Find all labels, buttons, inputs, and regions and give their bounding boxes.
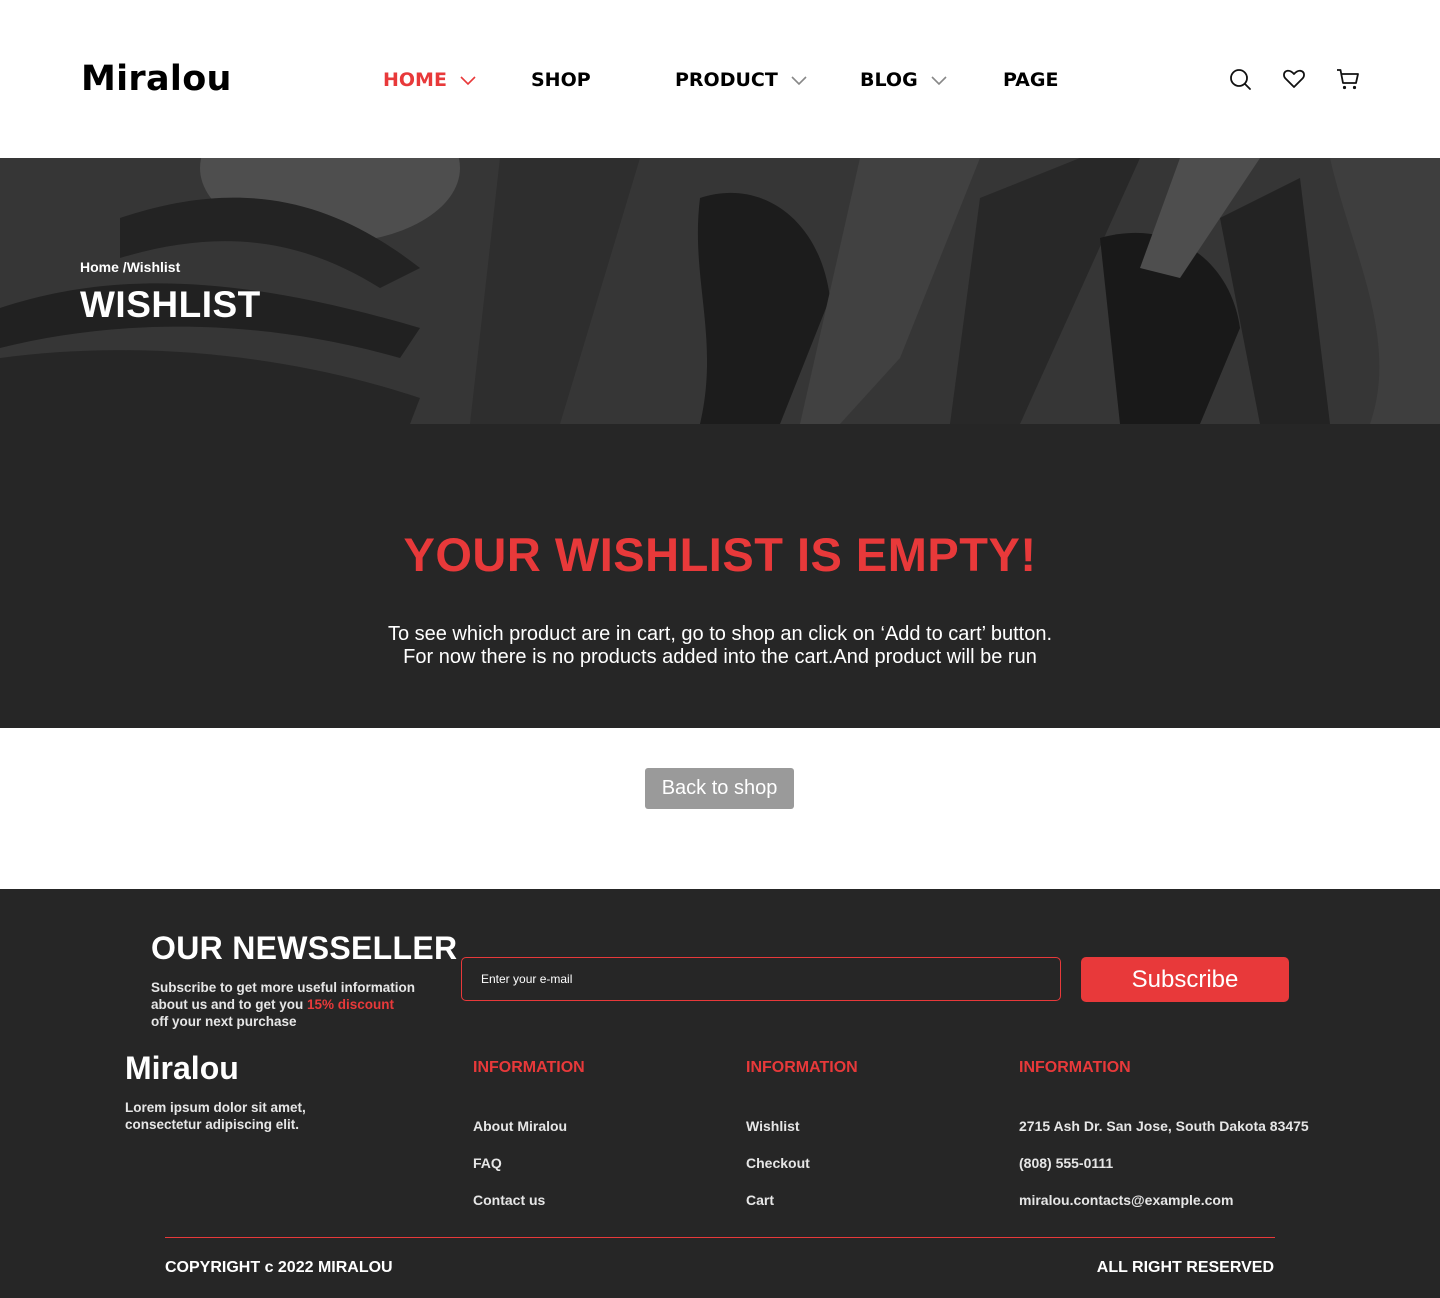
breadcrumb: Home /Wishlist: [80, 259, 180, 275]
nav-blog-label: BLOG: [860, 69, 918, 91]
footer-divider: [165, 1237, 1275, 1238]
empty-wishlist-text-line-2: For now there is no products added into …: [403, 646, 1037, 668]
nav-shop-label: SHOP: [531, 69, 591, 91]
footer-email[interactable]: miralou.contacts@example.com: [1019, 1192, 1233, 1208]
footer-column-title: INFORMATION: [473, 1059, 585, 1076]
footer-column-3: INFORMATION 2715 Ash Dr. San Jose, South…: [1019, 1059, 1309, 1208]
breadcrumb-separator: /: [118, 259, 127, 275]
cart-icon[interactable]: [1335, 66, 1361, 92]
breadcrumb-home[interactable]: Home: [80, 259, 119, 275]
footer-link-faq[interactable]: FAQ: [473, 1155, 502, 1171]
newsletter-desc-text-2: off your next purchase: [151, 1014, 297, 1029]
breadcrumb-current: Wishlist: [126, 259, 181, 275]
subscribe-button[interactable]: Subscribe: [1081, 957, 1289, 1002]
page-hero: Home /Wishlist WISHLIST: [0, 158, 1440, 424]
empty-wishlist-section: YOUR WISHLIST IS EMPTY! To see which pro…: [0, 424, 1440, 728]
chevron-down-icon: [791, 76, 807, 86]
nav-blog[interactable]: BLOG: [860, 66, 948, 94]
site-header: Miralou HOME SHOP PRODUCT BLOG PAGE: [0, 0, 1440, 158]
footer-column-title: INFORMATION: [1019, 1059, 1131, 1076]
back-to-shop-button[interactable]: Back to shop: [645, 768, 794, 809]
nav-product[interactable]: PRODUCT: [675, 66, 808, 94]
nav-home-label: HOME: [383, 69, 447, 91]
heart-icon[interactable]: [1281, 66, 1307, 92]
footer-link-contact[interactable]: Contact us: [473, 1192, 545, 1208]
footer-column-title: INFORMATION: [746, 1059, 858, 1076]
site-logo[interactable]: Miralou: [81, 58, 232, 100]
nav-page[interactable]: PAGE: [1003, 66, 1058, 94]
nav-page-label: PAGE: [1003, 69, 1059, 91]
footer-link-about[interactable]: About Miralou: [473, 1118, 567, 1134]
empty-wishlist-text-line-1: To see which product are in cart, go to …: [387, 623, 1053, 645]
footer-link-cart[interactable]: Cart: [746, 1192, 774, 1208]
footer-column-1: INFORMATION About Miralou FAQ Contact us: [473, 1059, 585, 1208]
copyright-text: COPYRIGHT c 2022 MIRALOU: [165, 1259, 393, 1276]
footer-logo[interactable]: Miralou: [125, 1050, 239, 1087]
footer-column-2: INFORMATION Wishlist Checkout Cart: [746, 1059, 858, 1208]
footer-address: 2715 Ash Dr. San Jose, South Dakota 8347…: [1019, 1118, 1309, 1134]
site-footer: OUR NEWSSELLER Subscribe to get more use…: [0, 889, 1440, 1298]
footer-link-checkout[interactable]: Checkout: [746, 1155, 810, 1171]
newsletter-title: OUR NEWSSELLER: [151, 930, 458, 966]
chevron-down-icon: [460, 76, 476, 86]
footer-phone[interactable]: (808) 555-0111: [1019, 1155, 1113, 1171]
footer-link-wishlist[interactable]: Wishlist: [746, 1118, 800, 1134]
nav-product-label: PRODUCT: [675, 69, 778, 91]
nav-home[interactable]: HOME: [383, 66, 477, 94]
footer-brand-description: Lorem ipsum dolor sit amet, consectetur …: [125, 1100, 306, 1132]
newsletter-email-input[interactable]: [461, 957, 1061, 1001]
chevron-down-icon: [931, 76, 947, 86]
page-title: WISHLIST: [80, 284, 261, 325]
nav-shop[interactable]: SHOP: [531, 66, 591, 94]
newsletter-discount: 15% discount: [307, 997, 395, 1012]
rights-text: ALL RIGHT RESERVED: [1096, 1259, 1274, 1276]
newsletter-description: Subscribe to get more useful information…: [151, 979, 451, 1030]
empty-wishlist-heading: YOUR WISHLIST IS EMPTY!: [403, 528, 1037, 581]
search-icon[interactable]: [1227, 66, 1253, 92]
